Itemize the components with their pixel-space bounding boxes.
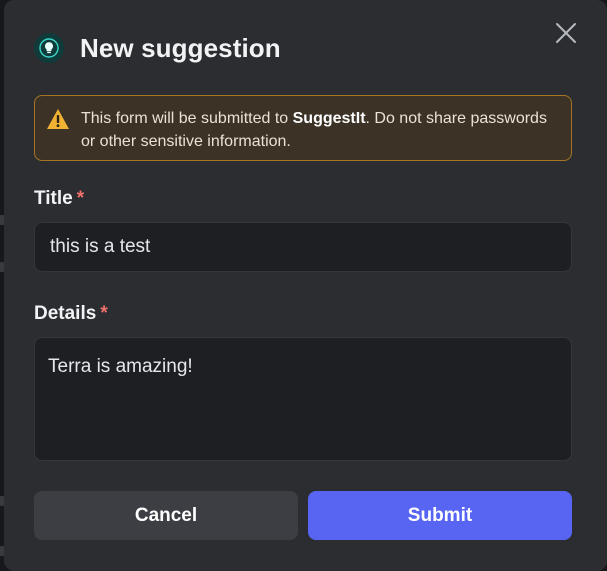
warning-triangle-icon (47, 109, 69, 129)
dialog-title: New suggestion (80, 32, 281, 63)
details-field-label: Details * (34, 303, 108, 324)
cancel-button[interactable]: Cancel (34, 491, 298, 540)
warning-app-name: SuggestIt (292, 110, 366, 127)
lightbulb-icon (34, 33, 64, 63)
warning-text: This form will be submitted to SuggestIt… (81, 110, 547, 150)
close-button[interactable] (553, 20, 579, 46)
title-field-label: Title * (34, 188, 85, 209)
required-indicator: * (76, 188, 85, 209)
close-icon (556, 23, 576, 43)
title-input[interactable]: this is a test (34, 222, 572, 272)
details-textarea[interactable]: Terra is amazing! (34, 337, 572, 461)
details-textarea-value: Terra is amazing! (48, 356, 193, 377)
warning-banner: This form will be submitted to SuggestIt… (34, 95, 572, 161)
suggestion-dialog: New suggestion This form will be submitt… (4, 0, 607, 571)
required-indicator: * (100, 303, 108, 324)
title-input-value: this is a test (50, 236, 151, 257)
submit-button[interactable]: Submit (308, 491, 572, 540)
dialog-header: New suggestion (34, 28, 281, 68)
